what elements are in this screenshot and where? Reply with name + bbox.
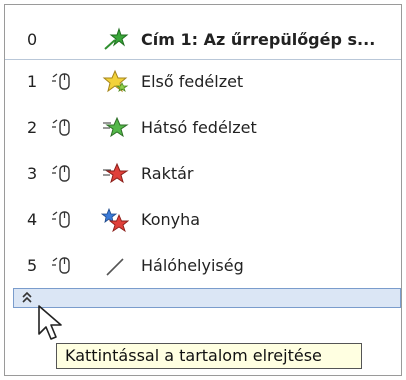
item-number: 4 bbox=[27, 209, 38, 229]
item-label: Konyha bbox=[141, 209, 201, 229]
star-icon bbox=[101, 69, 129, 99]
star-icon bbox=[101, 27, 129, 55]
item-number: 0 bbox=[27, 29, 38, 49]
list-item[interactable]: 5 Hálóhelyiség bbox=[5, 245, 401, 285]
item-label: Hátsó fedélzet bbox=[141, 117, 257, 137]
item-label: Hálóhelyiség bbox=[141, 255, 244, 275]
item-number: 3 bbox=[27, 163, 38, 183]
line-path-icon bbox=[101, 253, 129, 283]
collapse-contents-bar[interactable] bbox=[13, 288, 401, 308]
list-item[interactable]: 0 Cím 1: Az űrrepülőgép s... bbox=[5, 19, 401, 60]
tooltip: Kattintással a tartalom elrejtése bbox=[56, 343, 362, 369]
list-item[interactable]: 3 Raktár bbox=[5, 153, 401, 193]
item-number: 5 bbox=[27, 255, 38, 275]
list-item[interactable]: 2 Hátsó fedélzet bbox=[5, 107, 401, 147]
item-number: 1 bbox=[27, 71, 38, 91]
list-item[interactable]: 1 Első fedélzet bbox=[5, 61, 401, 101]
mouse-click-icon bbox=[51, 118, 73, 142]
mouse-click-icon bbox=[51, 164, 73, 188]
mouse-pointer-icon bbox=[36, 304, 66, 348]
item-label: Cím 1: Az űrrepülőgép s... bbox=[141, 29, 376, 49]
double-chevron-up-icon bbox=[20, 288, 34, 310]
list-item[interactable]: 4 Konyha bbox=[5, 199, 401, 239]
item-label: Raktár bbox=[141, 163, 194, 183]
item-number: 2 bbox=[27, 117, 38, 137]
mouse-click-icon bbox=[51, 256, 73, 280]
star-icon bbox=[101, 115, 129, 145]
mouse-click-icon bbox=[51, 210, 73, 234]
item-label: Első fedélzet bbox=[141, 71, 244, 91]
mouse-click-icon bbox=[51, 72, 73, 96]
star-icon bbox=[100, 207, 130, 237]
star-icon bbox=[101, 161, 129, 191]
